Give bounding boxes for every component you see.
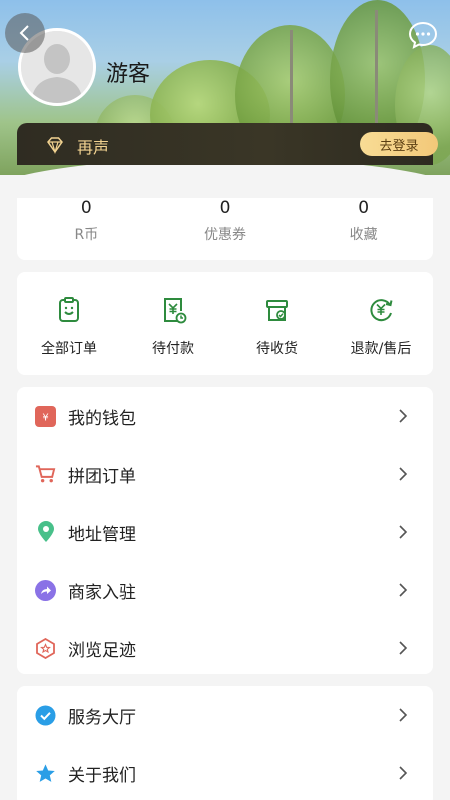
menu-label: 拼团订单 xyxy=(68,466,136,487)
order-label: 待收货 xyxy=(256,341,298,357)
chevron-right-icon xyxy=(399,467,408,481)
menu-label: 浏览足迹 xyxy=(68,640,136,661)
chevron-left-icon xyxy=(19,25,29,41)
menu-card: ¥ 我的钱包 拼团订单 地址管理 商家入驻 浏览足迹 xyxy=(17,387,433,674)
order-all[interactable]: 全部订单 xyxy=(17,272,121,375)
menu-item-history[interactable]: 浏览足迹 xyxy=(17,619,433,677)
stat-value: 0 xyxy=(219,198,231,218)
stat-label: 优惠券 xyxy=(204,227,246,243)
chevron-right-icon xyxy=(399,708,408,722)
check-circle-icon xyxy=(35,705,56,726)
refund-yen-icon xyxy=(370,299,393,322)
chevron-right-icon xyxy=(399,409,408,423)
back-button[interactable] xyxy=(5,13,45,53)
order-label: 全部订单 xyxy=(41,341,97,357)
cart-icon xyxy=(35,464,56,485)
order-label: 退款/售后 xyxy=(350,341,412,357)
svg-text:¥: ¥ xyxy=(42,412,48,423)
menu-item-merchant[interactable]: 商家入驻 xyxy=(17,561,433,619)
menu-item-service-hall[interactable]: 服务大厅 xyxy=(17,686,433,744)
star-icon xyxy=(35,763,56,784)
menu-item-group-orders[interactable]: 拼团订单 xyxy=(17,445,433,503)
diamond-icon xyxy=(47,137,63,155)
vip-bar: 再声 去登录 xyxy=(17,123,438,165)
clipboard-icon xyxy=(59,297,79,322)
stat-value: 0 xyxy=(80,198,92,218)
orders-card: 全部订单 待付款 待收货 退款/售后 xyxy=(17,272,433,375)
menu-item-address[interactable]: 地址管理 xyxy=(17,503,433,561)
username: 游客 xyxy=(106,62,151,87)
order-pending-payment[interactable]: 待付款 xyxy=(121,272,225,375)
chevron-right-icon xyxy=(399,641,408,655)
chevron-right-icon xyxy=(399,583,408,597)
menu-label: 我的钱包 xyxy=(68,408,136,429)
menu-label: 关于我们 xyxy=(68,765,136,786)
bill-yen-icon xyxy=(164,298,187,324)
menu-label: 服务大厅 xyxy=(68,707,136,728)
menu-item-wallet[interactable]: ¥ 我的钱包 xyxy=(17,387,433,445)
order-pending-delivery[interactable]: 待收货 xyxy=(225,272,329,375)
stat-label: 收藏 xyxy=(349,227,378,243)
chevron-right-icon xyxy=(399,525,408,539)
order-label: 待付款 xyxy=(152,341,194,357)
location-pin-icon xyxy=(35,521,56,543)
menu-label: 地址管理 xyxy=(68,524,136,545)
stat-label: R币 xyxy=(74,227,99,243)
wallet-icon: ¥ xyxy=(35,405,56,427)
chevron-right-icon xyxy=(399,766,408,780)
menu-label: 商家入驻 xyxy=(68,582,136,603)
package-icon xyxy=(266,300,288,321)
menu-card: 服务大厅 关于我们 xyxy=(17,686,433,800)
footprint-icon xyxy=(35,637,56,659)
menu-item-about[interactable]: 关于我们 xyxy=(17,744,433,800)
stat-value: 0 xyxy=(358,198,370,218)
login-button[interactable]: 去登录 xyxy=(360,132,438,156)
order-refund[interactable]: 退款/售后 xyxy=(329,272,433,375)
vip-label: 再声 xyxy=(77,138,110,157)
chat-bubble-icon xyxy=(408,21,438,49)
message-button[interactable] xyxy=(408,20,438,50)
share-arrow-icon xyxy=(35,579,56,601)
